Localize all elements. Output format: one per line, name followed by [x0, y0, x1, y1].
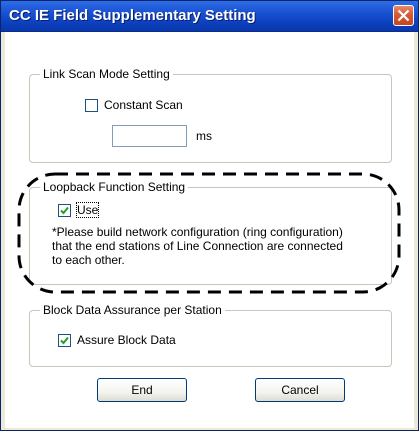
ms-unit-label: ms	[196, 129, 212, 143]
constant-scan-checkbox[interactable]	[85, 99, 98, 112]
assure-block-data-checkbox[interactable]	[58, 334, 71, 347]
close-icon	[397, 9, 410, 22]
end-button[interactable]: End	[97, 378, 187, 402]
link-scan-mode-group: Link Scan Mode Setting Constant Scan ms	[29, 67, 392, 163]
assure-block-data-label: Assure Block Data	[77, 333, 176, 347]
note-line-1: *Please build network configuration (rin…	[52, 225, 343, 239]
window-title: CC IE Field Supplementary Setting	[9, 7, 256, 24]
checkmark-icon	[60, 206, 69, 215]
use-loopback-label: Use	[75, 202, 100, 218]
close-button[interactable]	[393, 5, 414, 26]
loopback-note: *Please build network configuration (rin…	[52, 225, 343, 267]
dialog-window: CC IE Field Supplementary Setting Link S…	[0, 0, 419, 431]
loopback-function-label: Loopback Function Setting	[40, 180, 189, 194]
checkmark-icon	[60, 336, 69, 345]
link-scan-mode-label: Link Scan Mode Setting	[40, 67, 173, 81]
constant-scan-label: Constant Scan	[104, 98, 183, 112]
cancel-button[interactable]: Cancel	[255, 378, 345, 402]
note-line-3: to each other.	[52, 253, 125, 267]
title-bar[interactable]: CC IE Field Supplementary Setting	[1, 1, 418, 32]
constant-scan-input[interactable]	[112, 125, 187, 147]
use-loopback-checkbox[interactable]	[58, 204, 71, 217]
note-line-2: that the end stations of Line Connection…	[52, 239, 343, 253]
block-data-assurance-label: Block Data Assurance per Station	[40, 303, 225, 317]
block-data-assurance-group: Block Data Assurance per Station Assure …	[29, 303, 392, 367]
loopback-function-group: Loopback Function Setting Use *Please bu…	[29, 180, 392, 285]
dialog-body: Link Scan Mode Setting Constant Scan ms …	[5, 32, 414, 428]
